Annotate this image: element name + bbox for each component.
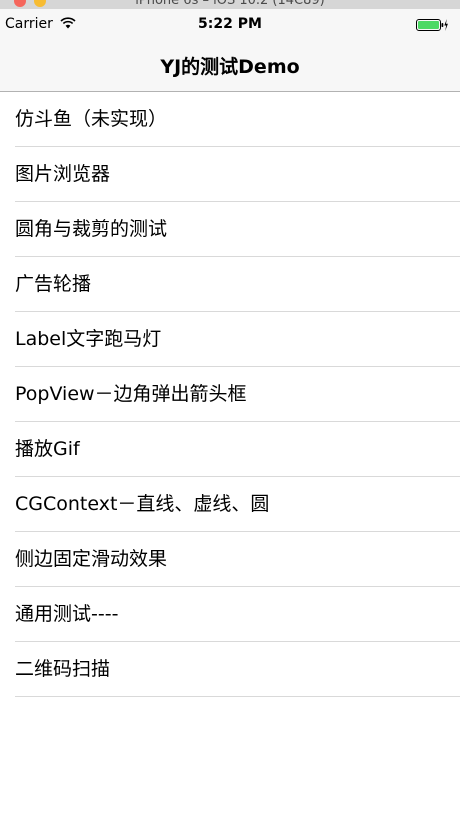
simulator-title-bar: iPhone 6s – iOS 10.2 (14C89) [0, 0, 460, 9]
list-item-cgcontext[interactable]: CGContext－直线、虚线、圆 [0, 477, 460, 532]
battery-charging-icon [416, 19, 448, 31]
list-item-qr-scan[interactable]: 二维码扫描 [0, 642, 460, 697]
list-item-popview[interactable]: PopView－边角弹出箭头框 [0, 367, 460, 422]
status-bar: Carrier 5:22 PM [0, 9, 460, 39]
list-item-general-test[interactable]: 通用测试---- [0, 587, 460, 642]
navigation-bar: YJ的测试Demo [0, 39, 460, 92]
list-item-side-slide[interactable]: 侧边固定滑动效果 [0, 532, 460, 587]
simulator-window-title: iPhone 6s – iOS 10.2 (14C89) [135, 0, 325, 8]
demo-list: 仿斗鱼（未实现） 图片浏览器 圆角与裁剪的测试 广告轮播 Label文字跑马灯 … [0, 92, 460, 697]
list-item-label-marquee[interactable]: Label文字跑马灯 [0, 312, 460, 367]
status-time: 5:22 PM [198, 16, 262, 32]
list-item-corner-clip-test[interactable]: 圆角与裁剪的测试 [0, 202, 460, 257]
list-item-image-browser[interactable]: 图片浏览器 [0, 147, 460, 202]
list-item-ad-carousel[interactable]: 广告轮播 [0, 257, 460, 312]
list-item-douyu[interactable]: 仿斗鱼（未实现） [0, 92, 460, 147]
page-title: YJ的测试Demo [160, 56, 300, 78]
list-item-play-gif[interactable]: 播放Gif [0, 422, 460, 477]
